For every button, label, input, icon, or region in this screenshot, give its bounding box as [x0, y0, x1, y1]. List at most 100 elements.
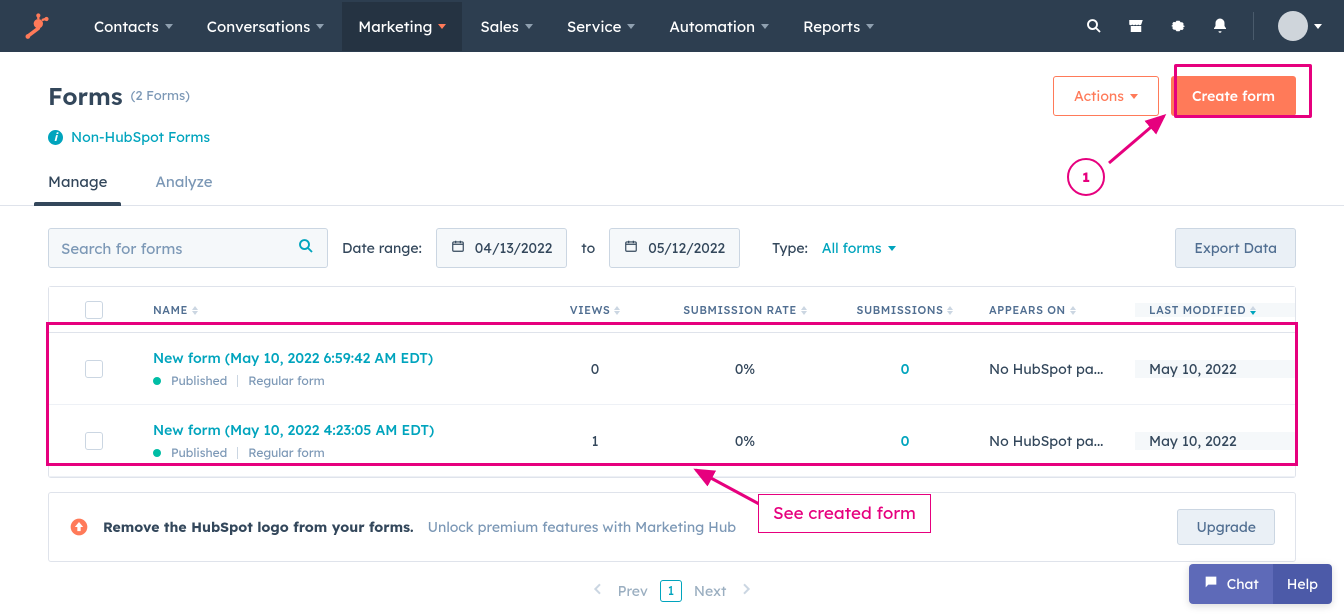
nav-divider	[1253, 12, 1254, 40]
non-hubspot-forms-link[interactable]: i Non-HubSpot Forms	[48, 128, 1296, 146]
nav-right	[1085, 11, 1322, 41]
col-appears-on[interactable]: APPEARS ON	[975, 303, 1135, 317]
row-checkbox[interactable]	[85, 360, 103, 378]
upsell-banner: Remove the HubSpot logo from your forms.…	[48, 492, 1296, 562]
floating-help: Chat Help	[1189, 564, 1332, 604]
chevron-down-icon	[438, 24, 446, 29]
next-button[interactable]: Next	[694, 582, 727, 600]
chevron-down-icon	[1314, 24, 1322, 29]
col-submission-rate[interactable]: SUBMISSION RATE	[655, 303, 835, 317]
row-checkbox[interactable]	[85, 432, 103, 450]
date-to-input[interactable]: 05/12/2022	[609, 228, 740, 268]
appears-on-cell: No HubSpot pa...	[975, 432, 1135, 450]
account-menu[interactable]	[1278, 11, 1322, 41]
submissions-link[interactable]: 0	[901, 432, 910, 450]
header-buttons: Actions Create form	[1053, 76, 1296, 116]
type-filter[interactable]: All forms	[822, 239, 896, 257]
notifications-icon[interactable]	[1211, 17, 1229, 35]
tabs: Manage Analyze	[0, 164, 1344, 206]
forms-table: NAME VIEWS SUBMISSION RATE SUBMISSIONS A…	[48, 286, 1296, 478]
avatar	[1278, 11, 1308, 41]
info-link-text: Non-HubSpot Forms	[71, 128, 210, 146]
tab-manage[interactable]: Manage	[48, 164, 107, 205]
col-views[interactable]: VIEWS	[535, 303, 655, 317]
info-icon: i	[48, 130, 63, 145]
chevron-down-icon	[525, 24, 533, 29]
nav-contacts[interactable]: Contacts	[78, 2, 189, 51]
table-row: New form (May 10, 2022 4:23:05 AM EDT) P…	[49, 405, 1295, 477]
form-meta: Published Regular form	[153, 445, 521, 460]
nav-conversations[interactable]: Conversations	[191, 2, 341, 51]
hubspot-logo-icon	[22, 12, 50, 40]
date-range-label: Date range:	[342, 239, 422, 257]
submission-rate-cell: 0%	[655, 432, 835, 450]
upgrade-arrow-icon	[69, 517, 89, 537]
prev-button[interactable]: Prev	[618, 582, 648, 600]
chevron-down-icon	[316, 24, 324, 29]
nav-marketing[interactable]: Marketing	[342, 2, 462, 51]
page-number[interactable]: 1	[660, 580, 682, 602]
calendar-icon	[451, 239, 465, 257]
table-header: NAME VIEWS SUBMISSION RATE SUBMISSIONS A…	[49, 287, 1295, 333]
chevron-right-icon[interactable]	[738, 581, 754, 601]
chevron-down-icon	[888, 246, 896, 251]
top-navbar: Contacts Conversations Marketing Sales S…	[0, 0, 1344, 52]
chevron-down-icon	[1130, 94, 1138, 99]
views-cell: 1	[535, 432, 655, 450]
form-type: Regular form	[248, 445, 324, 460]
tab-analyze[interactable]: Analyze	[155, 164, 212, 205]
nav-sales[interactable]: Sales	[464, 2, 548, 51]
page-content: Forms (2 Forms) Actions Create form i No…	[0, 52, 1344, 602]
search-icon[interactable]	[1085, 17, 1103, 35]
status-dot-icon	[153, 449, 161, 457]
date-from-input[interactable]: 04/13/2022	[436, 228, 568, 268]
form-meta: Published Regular form	[153, 373, 521, 388]
annotation-label: See created form	[758, 494, 931, 533]
type-label: Type:	[772, 239, 808, 257]
col-last-modified[interactable]: LAST MODIFIED	[1135, 303, 1295, 317]
chevron-down-icon	[165, 24, 173, 29]
date-to-label: to	[581, 239, 595, 257]
select-all-checkbox[interactable]	[85, 301, 103, 319]
form-type: Regular form	[248, 373, 324, 388]
status-dot-icon	[153, 377, 161, 385]
meta-divider	[237, 375, 238, 387]
create-form-button[interactable]: Create form	[1171, 76, 1296, 116]
submission-rate-cell: 0%	[655, 360, 835, 378]
search-icon	[297, 237, 315, 259]
upsell-title: Remove the HubSpot logo from your forms.	[103, 518, 414, 536]
search-forms-input-wrap[interactable]	[48, 228, 328, 268]
col-name[interactable]: NAME	[139, 303, 535, 317]
nav-automation[interactable]: Automation	[653, 2, 785, 51]
submissions-link[interactable]: 0	[901, 360, 910, 378]
nav-reports[interactable]: Reports	[787, 2, 890, 51]
status-text: Published	[171, 445, 227, 460]
upsell-subtitle: Unlock premium features with Marketing H…	[428, 518, 737, 536]
nav-items: Contacts Conversations Marketing Sales S…	[78, 2, 890, 51]
meta-divider	[237, 447, 238, 459]
marketplace-icon[interactable]	[1127, 17, 1145, 35]
help-button[interactable]: Help	[1273, 564, 1332, 604]
form-name-link[interactable]: New form (May 10, 2022 4:23:05 AM EDT)	[153, 421, 521, 439]
last-modified-cell: May 10, 2022	[1135, 360, 1295, 378]
chevron-down-icon	[627, 24, 635, 29]
calendar-icon	[624, 239, 638, 257]
chat-button[interactable]: Chat	[1189, 564, 1273, 604]
pagination: Prev 1 Next	[48, 580, 1296, 602]
chevron-left-icon[interactable]	[590, 581, 606, 601]
search-forms-input[interactable]	[61, 239, 297, 258]
views-cell: 0	[535, 360, 655, 378]
upgrade-button[interactable]: Upgrade	[1177, 509, 1275, 545]
actions-button[interactable]: Actions	[1053, 76, 1159, 116]
form-name-link[interactable]: New form (May 10, 2022 6:59:42 AM EDT)	[153, 349, 521, 367]
table-row: New form (May 10, 2022 6:59:42 AM EDT) P…	[49, 333, 1295, 405]
page-header: Forms (2 Forms) Actions Create form	[48, 76, 1296, 116]
nav-service[interactable]: Service	[551, 2, 652, 51]
export-data-button[interactable]: Export Data	[1175, 228, 1296, 268]
settings-icon[interactable]	[1169, 17, 1187, 35]
chevron-down-icon	[866, 24, 874, 29]
status-text: Published	[171, 373, 227, 388]
last-modified-cell: May 10, 2022	[1135, 432, 1295, 450]
appears-on-cell: No HubSpot pa...	[975, 360, 1135, 378]
col-submissions[interactable]: SUBMISSIONS	[835, 303, 975, 317]
